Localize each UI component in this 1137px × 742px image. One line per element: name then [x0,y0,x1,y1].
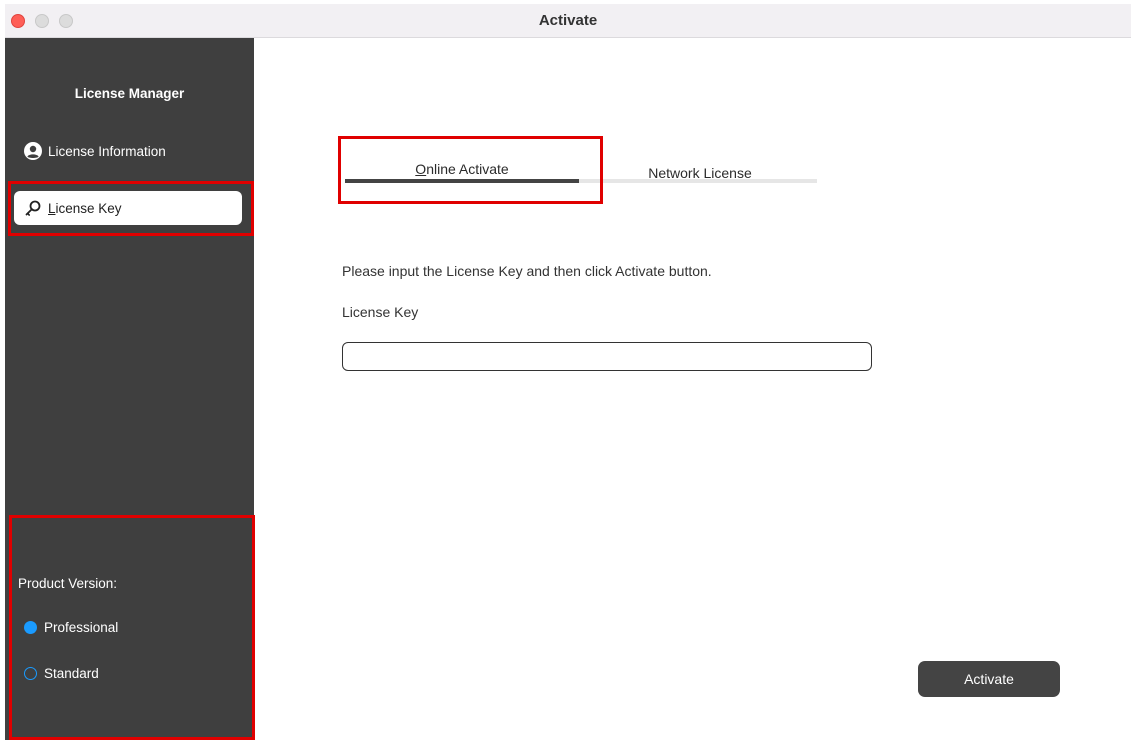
radio-checked-icon [24,621,37,634]
tab-network-license[interactable]: Network License [583,165,817,189]
user-circle-icon [24,142,42,160]
radio-label: Professional [44,620,119,635]
instruction-text: Please input the License Key and then cl… [342,263,712,279]
license-key-label: License Key [342,304,419,320]
radio-unchecked-icon [24,667,37,680]
sidebar-item-label: License Key [48,200,122,216]
window-title: Activate [538,12,598,29]
sidebar: License Manager License Information Lice… [5,38,254,740]
radio-label: Standard [44,666,99,681]
sidebar-item-license-information[interactable]: License Information [14,134,242,168]
sidebar-item-license-key[interactable]: License Key [14,191,242,225]
activate-window: Activate License Manager License Informa… [5,4,1131,740]
license-key-input[interactable] [342,342,872,371]
tab-indicator-active [345,179,579,183]
activate-button[interactable]: Activate [918,661,1060,697]
key-icon [24,199,42,217]
radio-standard[interactable]: Standard [24,666,99,681]
sidebar-heading: License Manager [74,86,185,101]
tab-indicator-inactive [579,179,817,183]
product-version-label: Product Version: [18,576,118,591]
radio-professional[interactable]: Professional [24,620,118,635]
title-bar: Activate [5,4,1131,38]
sidebar-item-label: License Information [48,143,166,159]
